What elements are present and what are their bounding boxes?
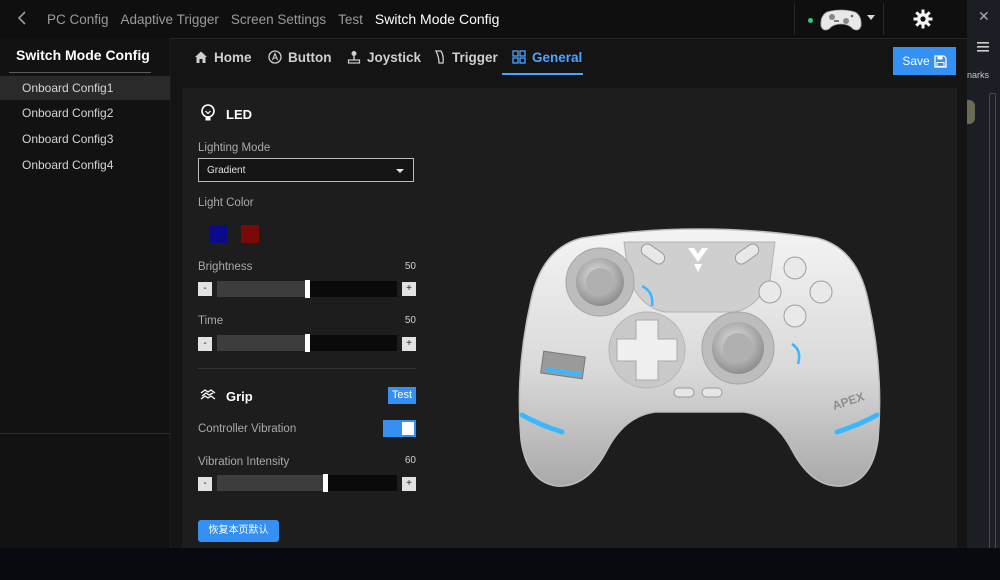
chevron-down-icon <box>396 169 404 173</box>
tab-joystick-label: Joystick <box>367 49 422 65</box>
lighting-mode-value: Gradient <box>207 165 246 176</box>
vibration-intensity-label: Vibration Intensity <box>198 456 290 468</box>
brightness-slider[interactable] <box>217 280 397 298</box>
save-button[interactable]: Save <box>893 47 956 75</box>
vibration-intensity-slider-thumb[interactable] <box>323 474 328 492</box>
lighting-mode-label: Lighting Mode <box>198 142 271 154</box>
time-slider[interactable] <box>217 334 397 352</box>
controller-device-selector[interactable] <box>794 3 884 35</box>
adjacent-window-text: narks <box>967 70 990 80</box>
time-label: Time <box>198 315 224 327</box>
sidebar: Switch Mode Config Onboard Config1 Onboa… <box>0 38 171 548</box>
section-divider <box>198 368 416 369</box>
vibration-intensity-value: 60 <box>404 455 416 466</box>
top-bar: PC Config Adaptive Trigger Screen Settin… <box>0 0 967 39</box>
tab-button[interactable]: Button <box>268 39 331 75</box>
app-window: PC Config Adaptive Trigger Screen Settin… <box>0 0 967 548</box>
vibration-intensity-slider-fill <box>217 475 325 491</box>
breadcrumb-adaptive-trigger[interactable]: Adaptive Trigger <box>121 12 219 27</box>
adjacent-window-thumbnail <box>967 100 975 124</box>
sidebar-item-onboard-config3[interactable]: Onboard Config3 <box>0 127 170 151</box>
grip-test-button[interactable]: Test <box>388 387 416 404</box>
brightness-increase-button[interactable]: + <box>402 282 416 296</box>
bottom-bar <box>0 548 1000 580</box>
led-section-title: LED <box>226 107 252 122</box>
sidebar-title-underline <box>9 72 151 73</box>
brightness-slider-thumb[interactable] <box>305 280 310 298</box>
light-color-label: Light Color <box>198 197 254 209</box>
tab-home[interactable]: Home <box>194 39 252 75</box>
sidebar-item-onboard-config1[interactable]: Onboard Config1 <box>0 76 170 100</box>
sidebar-divider <box>0 433 170 434</box>
adjacent-window-scrollbar[interactable] <box>989 93 996 550</box>
vibration-intensity-increase-button[interactable]: + <box>402 477 416 491</box>
restore-defaults-button[interactable]: 恢复本页默认 <box>198 520 279 542</box>
floppy-disk-icon <box>934 54 947 68</box>
button-a-icon <box>268 50 282 64</box>
tab-general[interactable]: General <box>512 39 582 75</box>
trigger-icon <box>434 50 444 64</box>
time-value: 50 <box>404 315 416 326</box>
sidebar-item-onboard-config4[interactable]: Onboard Config4 <box>0 153 170 177</box>
home-icon <box>195 51 207 63</box>
tab-trigger-label: Trigger <box>452 49 498 65</box>
save-button-label: Save <box>902 54 930 68</box>
tab-general-label: General <box>532 49 583 65</box>
lighting-mode-select[interactable]: Gradient <box>198 158 414 182</box>
breadcrumb-screen-settings[interactable]: Screen Settings <box>231 12 326 27</box>
brightness-label: Brightness <box>198 261 253 273</box>
brightness-decrease-button[interactable]: - <box>198 282 212 296</box>
menu-icon[interactable] <box>977 42 989 52</box>
light-color-swatch-1[interactable] <box>209 225 227 243</box>
tab-home-label: Home <box>214 49 252 65</box>
grip-section-title: Grip <box>226 389 253 404</box>
controller-vibration-toggle-knob <box>402 422 414 435</box>
time-increase-button[interactable]: + <box>402 337 416 351</box>
tab-button-label: Button <box>288 49 332 65</box>
grip-vibration-icon <box>200 389 216 400</box>
joystick-icon <box>347 51 361 64</box>
gear-icon[interactable] <box>912 8 934 35</box>
lightbulb-icon <box>201 104 215 121</box>
controller-vibration-toggle[interactable] <box>383 420 416 437</box>
adjacent-window-strip: ✕ narks <box>967 0 1000 580</box>
close-icon[interactable]: ✕ <box>978 8 990 25</box>
chevron-down-icon <box>867 15 875 20</box>
vibration-intensity-decrease-button[interactable]: - <box>198 477 212 491</box>
sidebar-title: Switch Mode Config <box>16 47 150 63</box>
breadcrumb-pc-config[interactable]: PC Config <box>47 12 109 27</box>
connection-status-dot <box>808 18 813 23</box>
breadcrumb-current-page: Switch Mode Config <box>374 11 500 27</box>
tab-trigger[interactable]: Trigger <box>434 39 498 75</box>
time-slider-fill <box>217 335 307 351</box>
sidebar-item-onboard-config2[interactable]: Onboard Config2 <box>0 101 170 125</box>
time-slider-thumb[interactable] <box>305 334 310 352</box>
active-tab-indicator <box>502 73 583 75</box>
tab-joystick[interactable]: Joystick <box>347 39 421 75</box>
breadcrumb-test[interactable]: Test <box>338 12 363 27</box>
grid-icon <box>512 50 526 64</box>
brightness-value: 50 <box>404 261 416 272</box>
controller-thumbnail-icon <box>820 9 862 31</box>
back-arrow-icon[interactable] <box>14 9 32 27</box>
time-decrease-button[interactable]: - <box>198 337 212 351</box>
breadcrumb: PC Config Adaptive Trigger Screen Settin… <box>47 0 499 38</box>
brightness-slider-fill <box>217 281 307 297</box>
vibration-intensity-slider[interactable] <box>217 474 397 492</box>
controller-vibration-label: Controller Vibration <box>198 423 297 435</box>
controller-illustration: APEX <box>518 228 881 487</box>
light-color-swatch-2[interactable] <box>241 225 259 243</box>
